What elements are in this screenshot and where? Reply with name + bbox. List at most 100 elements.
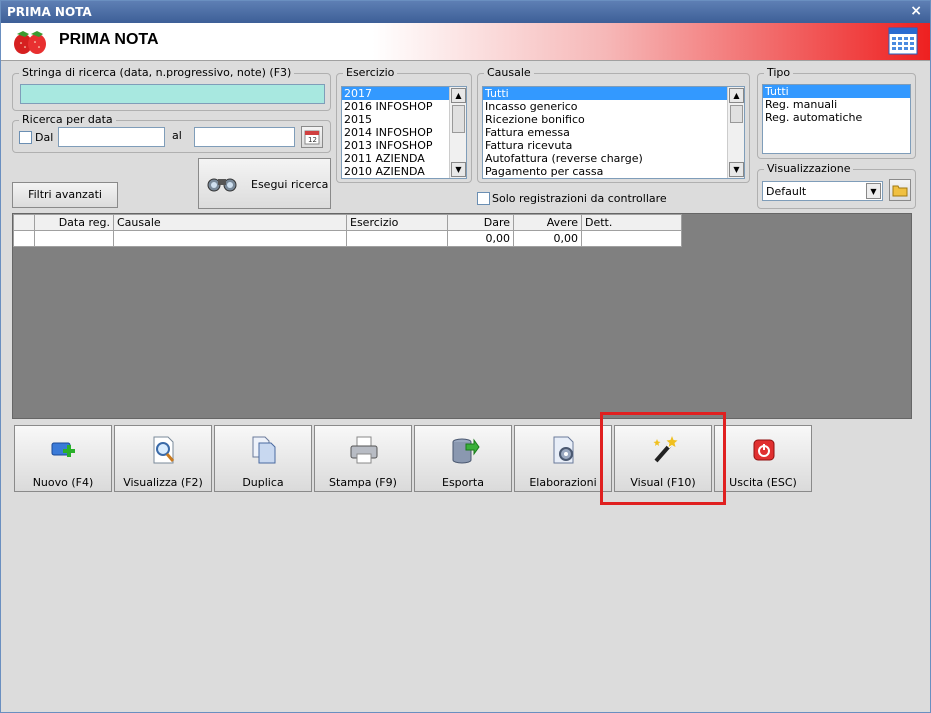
causale-legend: Causale [484, 66, 534, 79]
table-row[interactable]: 0,00 0,00 [13, 230, 682, 247]
stampa-label: Stampa (F9) [329, 476, 397, 489]
list-item[interactable]: 2011 AZIENDA [342, 152, 466, 165]
results-table: Data reg. Causale Esercizio Dare Avere D… [13, 214, 682, 247]
nuovo-button[interactable]: Nuovo (F4) [14, 425, 112, 492]
causale-scrollbar[interactable]: ▲ ▼ [727, 87, 744, 178]
causale-listbox[interactable]: Tutti Incasso generico Ricezione bonific… [482, 86, 745, 179]
causale-group: Causale Tutti Incasso generico Ricezione… [477, 66, 750, 183]
table-header: Data reg. Causale Esercizio Dare Avere D… [13, 214, 682, 231]
scroll-thumb[interactable] [452, 105, 465, 133]
table-cell[interactable]: 0,00 [513, 230, 582, 247]
list-item[interactable]: Reg. manuali [763, 98, 910, 111]
tipo-listbox[interactable]: Tutti Reg. manuali Reg. automatiche [762, 84, 911, 154]
process-icon [553, 436, 574, 464]
scroll-up-icon[interactable]: ▲ [729, 88, 744, 103]
list-item[interactable]: Fattura emessa [483, 126, 744, 139]
table-cell[interactable] [113, 230, 347, 247]
list-item[interactable]: Fattura ricevuta [483, 139, 744, 152]
date-from-input[interactable] [58, 127, 165, 147]
folder-icon [892, 185, 908, 197]
scroll-up-icon[interactable]: ▲ [451, 88, 466, 103]
table-cell[interactable] [34, 230, 114, 247]
table-cell[interactable] [13, 230, 35, 247]
date-search-group: Ricerca per data Dal al 12 [12, 113, 331, 153]
list-item[interactable]: Reg. automatiche [763, 111, 910, 124]
close-icon[interactable]: × [910, 3, 922, 19]
duplica-label: Duplica [242, 476, 284, 489]
page-title: PRIMA NOTA [59, 31, 159, 48]
uscita-label: Uscita (ESC) [729, 476, 797, 489]
column-header[interactable]: Data reg. [34, 214, 114, 231]
calendar-grid-icon[interactable] [888, 27, 918, 55]
binoculars-icon [207, 178, 237, 192]
column-header[interactable]: Causale [113, 214, 347, 231]
results-grid[interactable]: Data reg. Causale Esercizio Dare Avere D… [12, 213, 912, 419]
tipo-group: Tipo Tutti Reg. manuali Reg. automatiche [757, 66, 916, 159]
date-to-input[interactable] [194, 127, 295, 147]
column-header[interactable]: Dett. [581, 214, 682, 231]
al-label: al [172, 129, 182, 142]
window-title: PRIMA NOTA [7, 5, 92, 19]
visualizzazione-legend: Visualizzazione [764, 162, 854, 175]
visualizza-label: Visualizza (F2) [123, 476, 203, 489]
date-search-legend: Ricerca per data [19, 113, 116, 126]
list-item[interactable]: Pagamento per cassa [483, 165, 744, 178]
folder-button[interactable] [889, 179, 911, 201]
exit-icon [753, 439, 775, 461]
table-cell[interactable] [581, 230, 682, 247]
date-picker-button[interactable]: 12 [301, 126, 323, 148]
list-item[interactable]: Tutti [483, 87, 744, 100]
esercizio-legend: Esercizio [343, 66, 398, 79]
column-header[interactable]: Avere [513, 214, 582, 231]
duplica-button[interactable]: Duplica [214, 425, 312, 492]
scroll-down-icon[interactable]: ▼ [729, 162, 744, 177]
filtri-avanzati-button[interactable]: Filtri avanzati [12, 182, 118, 208]
column-header[interactable] [13, 214, 35, 231]
search-group: Stringa di ricerca (data, n.progressivo,… [12, 66, 331, 111]
esporta-button[interactable]: Esporta [414, 425, 512, 492]
list-item[interactable]: 2015 [342, 113, 466, 126]
esegui-ricerca-label: Esegui ricerca [251, 178, 329, 191]
list-item[interactable]: 2017 [342, 87, 466, 100]
table-cell[interactable] [346, 230, 448, 247]
search-legend: Stringa di ricerca (data, n.progressivo,… [19, 66, 295, 79]
list-item[interactable]: 2014 INFOSHOP [342, 126, 466, 139]
table-cell[interactable]: 0,00 [447, 230, 514, 247]
list-item[interactable]: Ricezione bonifico [483, 113, 744, 126]
esporta-label: Esporta [442, 476, 484, 489]
tipo-legend: Tipo [764, 66, 794, 79]
scroll-thumb[interactable] [730, 105, 743, 123]
stampa-button[interactable]: Stampa (F9) [314, 425, 412, 492]
dal-label: Dal [35, 131, 54, 144]
header-banner: PRIMA NOTA [1, 23, 930, 61]
nuovo-label: Nuovo (F4) [32, 476, 94, 489]
solo-label: Solo registrazioni da controllare [492, 192, 667, 205]
elaborazioni-label: Elaborazioni [529, 476, 597, 489]
elaborazioni-button[interactable]: Elaborazioni [514, 425, 612, 492]
scroll-down-icon[interactable]: ▼ [451, 162, 466, 177]
chevron-down-icon[interactable]: ▼ [866, 183, 881, 199]
search-input[interactable] [20, 84, 325, 104]
list-item[interactable]: Incasso generico [483, 100, 744, 113]
esercizio-scrollbar[interactable]: ▲ ▼ [449, 87, 466, 178]
visualizzazione-select[interactable]: Default ▼ [762, 181, 883, 201]
column-header[interactable]: Esercizio [346, 214, 448, 231]
column-header[interactable]: Dare [447, 214, 514, 231]
list-item[interactable]: 2010 AZIENDA [342, 165, 466, 178]
esegui-ricerca-button[interactable]: Esegui ricerca [198, 158, 331, 209]
duplicate-icon [252, 436, 276, 464]
new-icon [51, 442, 75, 457]
solo-checkbox[interactable] [477, 192, 490, 205]
uscita-button[interactable]: Uscita (ESC) [714, 425, 812, 492]
visualizzazione-value: Default [766, 185, 807, 198]
export-icon [452, 438, 480, 464]
esercizio-listbox[interactable]: 2017 2016 INFOSHOP 2015 2014 INFOSHOP 20… [341, 86, 467, 179]
list-item[interactable]: Autofattura (reverse charge) [483, 152, 744, 165]
esercizio-group: Esercizio 2017 2016 INFOSHOP 2015 2014 I… [336, 66, 472, 183]
list-item[interactable]: 2013 INFOSHOP [342, 139, 466, 152]
visualizza-button[interactable]: Visualizza (F2) [114, 425, 212, 492]
calendar-icon: 12 [304, 130, 320, 145]
list-item[interactable]: 2016 INFOSHOP [342, 100, 466, 113]
list-item[interactable]: Tutti [763, 85, 910, 98]
dal-checkbox[interactable] [19, 131, 32, 144]
